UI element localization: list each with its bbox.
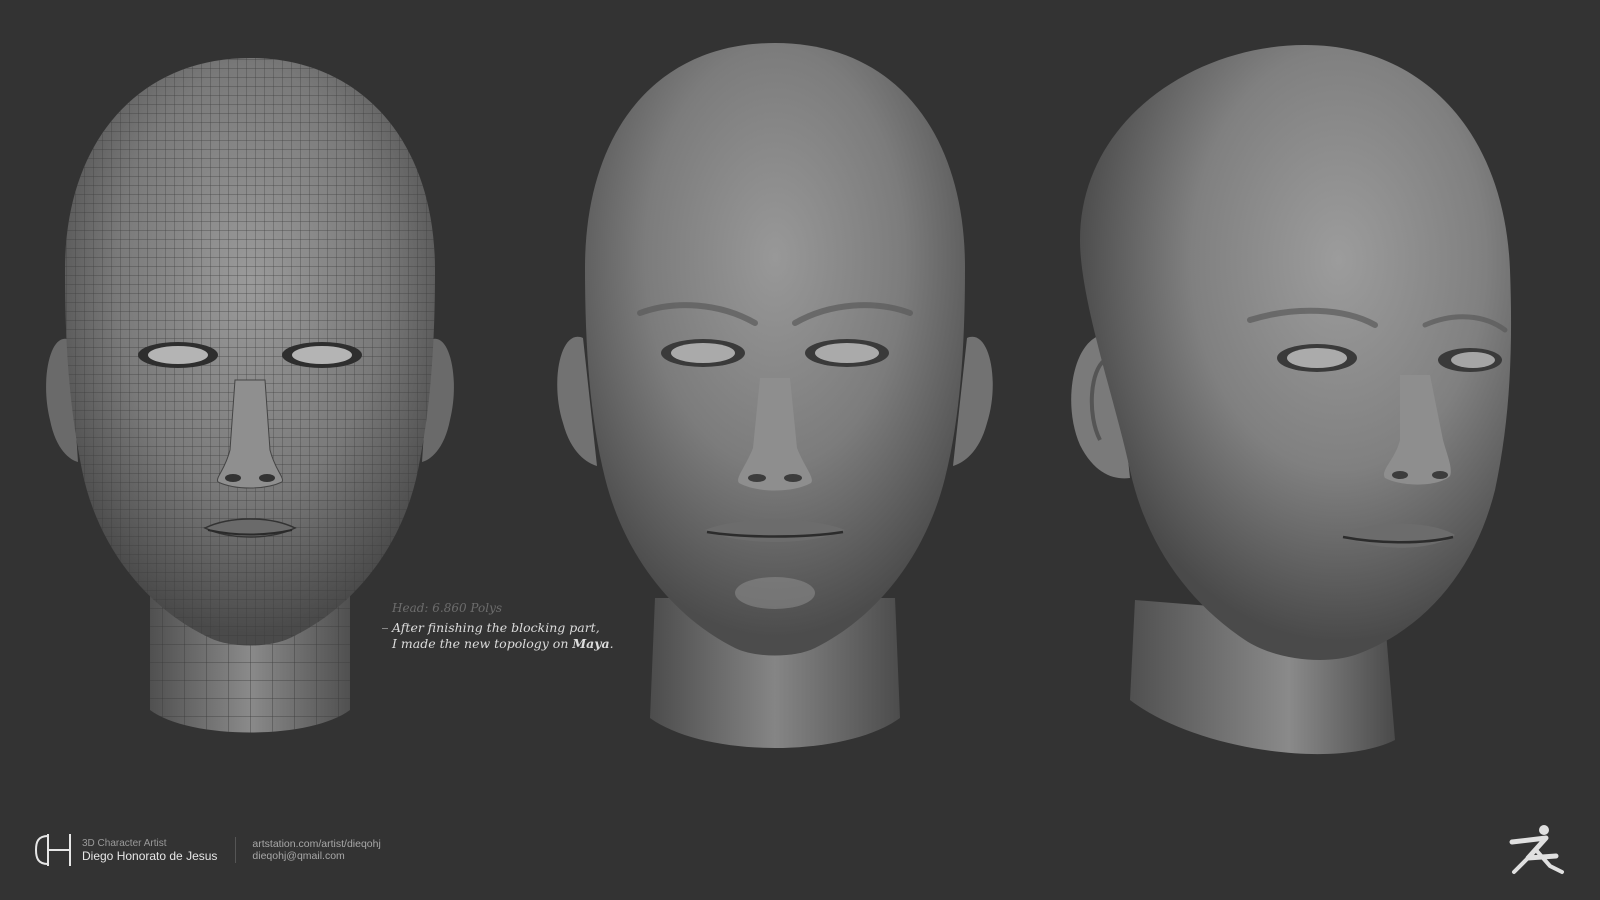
artstation-link[interactable]: artstation.com/artist/dieqohj — [252, 838, 380, 850]
artist-name: Diego Honorato de Jesus — [82, 849, 218, 863]
sculpt-three-quarter-render — [1055, 40, 1535, 770]
wireframe-head-image — [46, 58, 454, 733]
sculpt-three-quarter-image — [1071, 45, 1512, 755]
wireframe-head-render — [30, 50, 470, 760]
artist-footer: 3D Character Artist Diego Honorato de Je… — [34, 832, 381, 868]
footer-divider — [235, 837, 237, 863]
sculpt-front-render — [545, 38, 1005, 768]
portfolio-canvas: Head: 6.860 Polys After finishing the bl… — [0, 0, 1600, 900]
sculpt-front-image — [557, 43, 993, 748]
email-link[interactable]: dieqohj@qmail.com — [252, 850, 380, 862]
zbrush-icon — [1509, 825, 1564, 874]
dh-monogram-icon — [34, 834, 71, 866]
annotation-dash — [382, 628, 388, 629]
artist-identity: 3D Character Artist Diego Honorato de Je… — [82, 837, 217, 863]
artist-contact: artstation.com/artist/dieqohj dieqohj@qm… — [252, 838, 380, 862]
